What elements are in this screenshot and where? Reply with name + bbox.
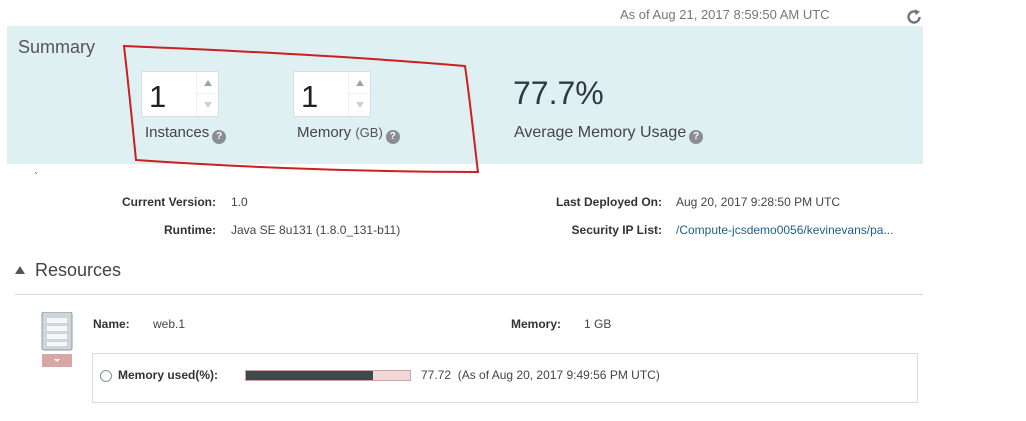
help-icon[interactable]: ? xyxy=(385,130,400,144)
security-ip-label: Security IP List: xyxy=(571,223,662,237)
last-deployed-label: Last Deployed On: xyxy=(555,195,662,209)
instances-label: Instances xyxy=(145,124,210,141)
instance-memory-value: 1 GB xyxy=(584,317,612,331)
stray-mark: ` xyxy=(34,170,38,184)
memory-label-row: Memory (GB)? xyxy=(297,124,400,144)
memory-decrement-button[interactable] xyxy=(348,94,370,116)
current-version-label: Current Version: xyxy=(121,195,216,209)
memory-increment-button[interactable] xyxy=(348,72,370,94)
server-icon xyxy=(41,312,73,367)
current-version-value: 1.0 xyxy=(231,195,248,209)
memory-usage-bar xyxy=(245,370,411,381)
instance-memory-label: Memory: xyxy=(510,317,561,331)
security-ip-link[interactable]: /Compute-jcsdemo0056/kevinevans/pa... xyxy=(676,223,893,237)
memory-used-value: 77.72 xyxy=(421,368,452,382)
instance-name-label: Name: xyxy=(93,317,130,331)
instances-decrement-button[interactable] xyxy=(196,94,218,116)
as-of-timestamp: As of Aug 21, 2017 8:59:50 AM UTC xyxy=(620,7,830,22)
average-memory-value: 77.7% xyxy=(513,75,604,111)
runtime-label: Runtime: xyxy=(164,223,216,237)
instances-label-row: Instances? xyxy=(145,124,227,144)
runtime-value: Java SE 8u131 (1.8.0_131-b11) xyxy=(231,223,401,237)
chevron-up-icon xyxy=(203,79,212,86)
memory-stepper[interactable]: 1 xyxy=(293,71,371,117)
chevron-up-icon xyxy=(355,79,364,86)
help-icon[interactable]: ? xyxy=(212,130,227,144)
gauge-icon xyxy=(100,370,112,382)
refresh-icon[interactable] xyxy=(905,8,923,26)
collapse-toggle-icon[interactable] xyxy=(15,266,25,274)
memory-used-label: Memory used(%): xyxy=(118,368,219,382)
instance-name-value: web.1 xyxy=(153,317,186,331)
memory-used-value-row: 77.72 (As of Aug 20, 2017 9:49:56 PM UTC… xyxy=(421,368,660,382)
chevron-down-icon xyxy=(355,102,364,108)
instances-value[interactable]: 1 xyxy=(149,79,166,115)
chevron-down-icon xyxy=(203,102,212,108)
instances-increment-button[interactable] xyxy=(196,72,218,94)
memory-used-asof: (As of Aug 20, 2017 9:49:56 PM UTC) xyxy=(457,368,660,382)
last-deployed-value: Aug 20, 2017 9:28:50 PM UTC xyxy=(676,195,841,209)
instances-stepper[interactable]: 1 xyxy=(141,71,219,117)
resources-divider xyxy=(15,294,923,295)
memory-label: Memory xyxy=(297,124,352,141)
average-memory-label: Average Memory Usage xyxy=(514,124,687,141)
average-memory-label-row: Average Memory Usage? xyxy=(514,124,704,144)
memory-usage-bar-fill xyxy=(246,371,374,380)
summary-title: Summary xyxy=(18,37,96,57)
help-icon[interactable]: ? xyxy=(689,130,704,144)
memory-value[interactable]: 1 xyxy=(301,79,318,115)
resources-title: Resources xyxy=(35,260,122,280)
memory-unit: (GB) xyxy=(355,125,383,140)
